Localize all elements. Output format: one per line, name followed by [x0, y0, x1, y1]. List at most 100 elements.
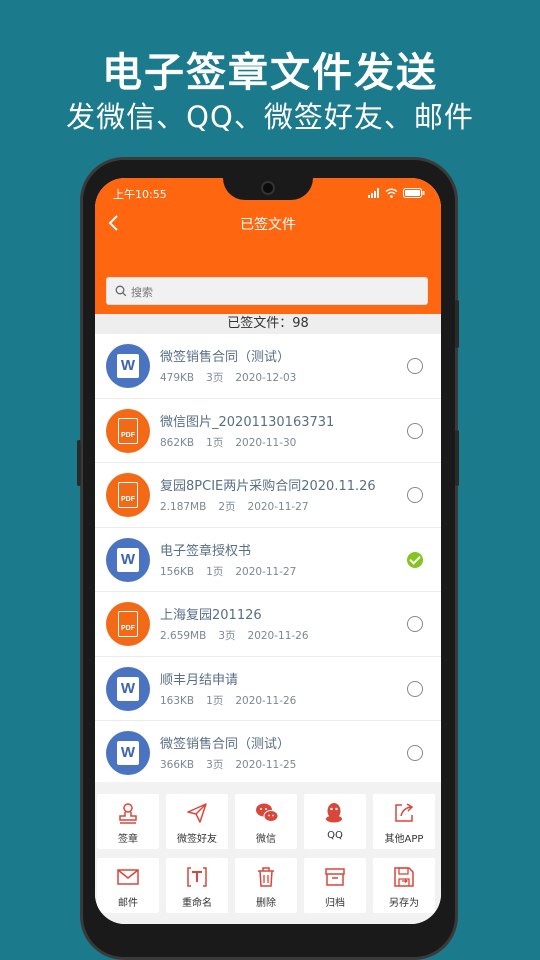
file-meta: 862KB 1页 2020-11-30: [160, 435, 308, 450]
mail-label: 邮件: [118, 898, 138, 909]
archive-label: 归档: [325, 898, 345, 909]
file-date: 2020-11-26: [247, 630, 309, 642]
stamp-icon: [119, 803, 137, 824]
wechat-label: 微信: [256, 834, 276, 845]
file-pages: 2页: [218, 501, 236, 513]
file-pages: 3页: [206, 759, 224, 771]
file-name: 微信图片_20201130163731: [160, 414, 335, 430]
file-meta: 2.187MB 2页 2020-11-27: [160, 499, 321, 514]
qq-button[interactable]: QQ: [304, 794, 366, 849]
file-name: 电子签章授权书: [160, 543, 252, 559]
file-date: 2020-11-26: [235, 694, 297, 707]
file-date: 2020-11-25: [235, 759, 297, 771]
file-type-glyph: PDF: [118, 611, 138, 637]
file-type-glyph: W: [117, 676, 139, 701]
other-app-label: 其他APP: [384, 834, 424, 845]
file-row[interactable]: W 微签销售合同（测试） 479KB 3页 2020-12-03: [95, 334, 441, 399]
file-size: 163KB: [160, 694, 195, 707]
mail-button[interactable]: 邮件: [97, 858, 159, 913]
archive-icon: [325, 868, 345, 886]
send-plane-icon: [187, 803, 207, 823]
share-out-icon: [395, 803, 414, 822]
promo-subline: 发微信、QQ、微签好友、邮件: [66, 100, 474, 134]
file-name: 顺丰月结申请: [160, 672, 239, 688]
phone-side-button: [455, 300, 459, 348]
phone-screen: 上午10:55 已签文件 已签文件：98 W微签销售合同（测试）479KB3页2…: [95, 178, 441, 924]
pdf-file-icon: PDF: [106, 602, 150, 646]
phone-side-button: [455, 430, 459, 486]
file-size: 2.659MB: [160, 630, 207, 642]
send-friend-button[interactable]: 微签好友: [166, 794, 228, 849]
file-size: 156KB: [160, 565, 195, 578]
checked-radio-icon[interactable]: [407, 551, 423, 568]
file-type-glyph: PDF: [118, 417, 138, 444]
file-row[interactable]: W 电子签章授权书 156KB 1页 2020-11-27: [95, 527, 441, 592]
search-box[interactable]: [106, 277, 428, 305]
word-file-icon: W: [106, 537, 150, 582]
page-title: 已签文件: [240, 217, 296, 233]
select-radio[interactable]: [407, 680, 423, 697]
file-size: 2.187MB: [160, 501, 207, 513]
delete-button[interactable]: 删除: [235, 858, 297, 913]
file-name: 上海复园201126: [160, 608, 262, 623]
save-as-icon: [394, 867, 414, 887]
send-friend-label: 微签好友: [177, 834, 217, 845]
file-row[interactable]: W 顺丰月结申请 163KB 1页 2020-11-26: [95, 656, 441, 721]
file-pages: 1页: [206, 694, 224, 707]
file-pages: 1页: [206, 565, 224, 578]
archive-button[interactable]: 归档: [304, 858, 366, 913]
file-name: 微签销售合同（测试）: [160, 737, 291, 752]
save-as-button[interactable]: 另存为: [373, 858, 435, 913]
trash-icon: [258, 867, 274, 887]
file-pages: 3页: [206, 372, 224, 384]
phone-side-button: [77, 440, 81, 486]
select-radio[interactable]: [407, 358, 423, 374]
file-size: 366KB: [160, 759, 195, 771]
mail-icon: [117, 869, 139, 885]
search-input[interactable]: [131, 282, 411, 302]
word-file-icon: W: [106, 731, 150, 775]
select-radio[interactable]: [407, 616, 423, 632]
search-icon: [115, 285, 127, 297]
file-row[interactable]: PDF 上海复园201126 2.659MB 3页 2020-11-26: [95, 592, 441, 657]
file-pages: 1页: [206, 436, 224, 449]
wechat-button[interactable]: 微信: [235, 794, 297, 849]
file-list: W 微签销售合同（测试） 479KB 3页 2020-12-03 PDF 微信图片_2020…: [95, 334, 441, 782]
pdf-file-icon: PDF: [106, 473, 150, 517]
file-date: 2020-11-27: [235, 565, 297, 578]
delete-label: 删除: [256, 898, 276, 909]
wechat-icon: [256, 803, 279, 822]
file-pages: 3页: [218, 630, 236, 642]
other-app-button[interactable]: 其他APP: [373, 794, 435, 849]
word-file-icon: W: [106, 344, 150, 388]
file-row[interactable]: W 微签销售合同（测试） 366KB 3页 2020-11-25: [95, 721, 441, 782]
battery-icon: [403, 188, 425, 198]
action-panel: 签章 微签好友 微信 QQ 其他APP 邮件 重命名 删除 归档 另存为: [95, 782, 441, 924]
wifi-icon: [385, 188, 398, 198]
promo-headline: 电子签章文件发送: [102, 50, 438, 96]
select-radio[interactable]: [407, 422, 423, 439]
file-row[interactable]: PDF 微信图片_20201130163731 862KB 1页 2020-11-30: [95, 398, 441, 463]
file-size: 479KB: [160, 372, 195, 384]
qq-label: QQ: [327, 830, 343, 841]
file-meta: 479KB 3页 2020-12-03: [160, 370, 308, 385]
select-radio[interactable]: [407, 487, 423, 503]
rename-button[interactable]: 重命名: [166, 858, 228, 913]
signal-icon: [368, 188, 379, 198]
file-meta: 163KB 1页 2020-11-26: [160, 693, 308, 708]
rename-icon: [187, 867, 207, 887]
file-name: 复园8PCIE两片采购合同2020.11.26: [160, 479, 376, 494]
file-type-glyph: W: [117, 741, 139, 765]
select-radio[interactable]: [407, 745, 423, 761]
signed-count: 已签文件：98: [95, 314, 441, 334]
file-meta: 366KB 3页 2020-11-25: [160, 757, 308, 772]
file-size: 862KB: [160, 436, 195, 449]
rename-label: 重命名: [182, 898, 212, 909]
file-type-glyph: PDF: [118, 482, 138, 508]
app-header: 上午10:55 已签文件: [95, 178, 441, 314]
pdf-file-icon: PDF: [106, 408, 150, 453]
file-meta: 2.659MB 3页 2020-11-26: [160, 628, 321, 643]
stamp-button[interactable]: 签章: [97, 794, 159, 849]
file-name: 微签销售合同（测试）: [160, 350, 291, 365]
file-row[interactable]: PDF 复园8PCIE两片采购合同2020.11.26 2.187MB 2页 2020-…: [95, 463, 441, 528]
